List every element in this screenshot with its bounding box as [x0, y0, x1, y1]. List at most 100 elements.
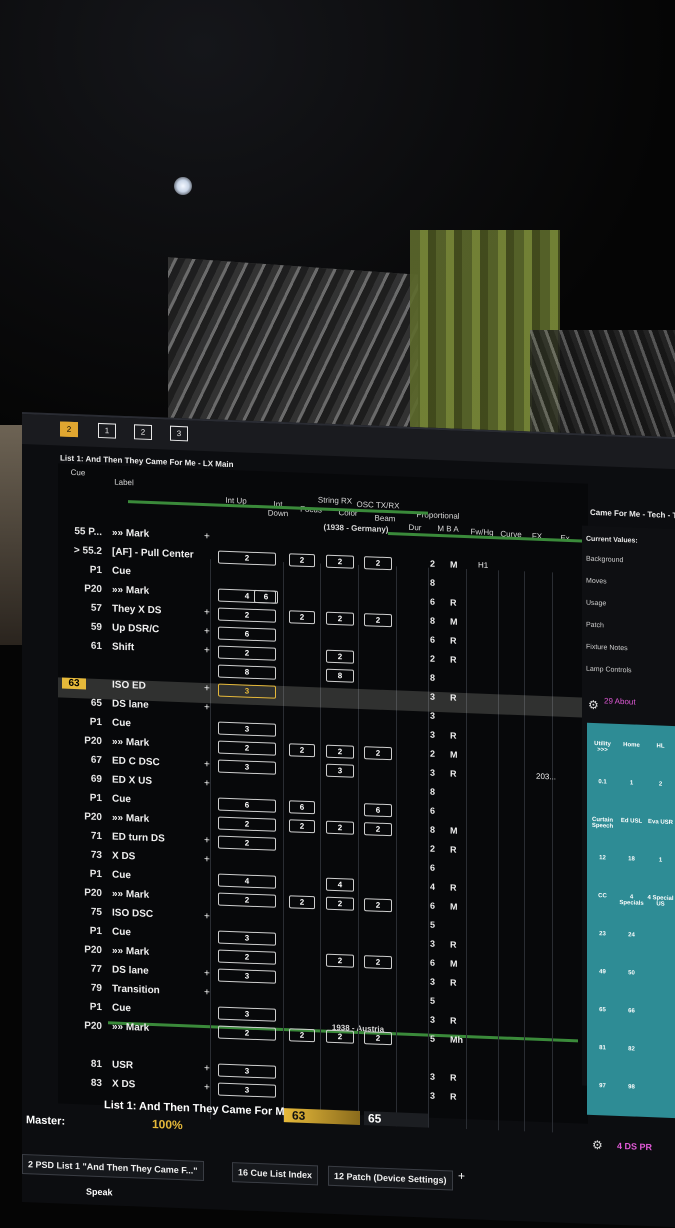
int-up-value[interactable]: 6: [218, 797, 276, 813]
direct-select-tile[interactable]: Curtain Speech: [589, 817, 616, 830]
direct-select-tile[interactable]: 12: [589, 855, 616, 862]
gear-icon[interactable]: ⚙: [592, 1138, 603, 1152]
tab-psd-list-1[interactable]: 2 PSD List 1 "And Then They Came F...": [22, 1154, 204, 1181]
color-value[interactable]: 8: [326, 668, 354, 683]
direct-select-tile[interactable]: [647, 1009, 674, 1010]
direct-select-tile[interactable]: 23: [589, 931, 616, 938]
direct-select-tile[interactable]: Ed USL: [618, 818, 645, 825]
direct-select-tile[interactable]: 1: [647, 857, 674, 864]
direct-select-tile[interactable]: CC: [589, 893, 616, 900]
color-value[interactable]: 2: [326, 896, 354, 911]
int-up-value[interactable]: 2: [218, 645, 276, 661]
color-value[interactable]: 2: [326, 953, 354, 968]
int-up-value[interactable]: 3: [218, 1063, 276, 1079]
color-value[interactable]: 2: [326, 611, 354, 626]
int-up-value[interactable]: 2: [218, 835, 276, 851]
direct-select-tile[interactable]: Utility >>>: [589, 741, 616, 754]
page-tab-2[interactable]: 2: [134, 424, 152, 440]
direct-select-tile[interactable]: 98: [618, 1084, 645, 1091]
int-up-value[interactable]: 3: [218, 1082, 276, 1098]
rp-item-lamp-controls[interactable]: Lamp Controls: [586, 666, 632, 675]
direct-select-tile[interactable]: 4 Specials: [618, 894, 645, 907]
tab-4-ds-pr[interactable]: 4 DS PR: [612, 1137, 657, 1157]
focus-value[interactable]: 2: [289, 743, 315, 758]
tab-29-about[interactable]: 29 About: [604, 696, 636, 706]
direct-select-tile[interactable]: 65: [589, 1007, 616, 1014]
int-down-value[interactable]: 6: [254, 589, 278, 604]
int-up-value[interactable]: 6: [218, 626, 276, 642]
cue-number: P1: [89, 1001, 102, 1014]
direct-select-tile[interactable]: [647, 1085, 674, 1086]
focus-value[interactable]: 6: [289, 800, 315, 815]
int-up-value[interactable]: 2: [218, 949, 276, 965]
add-icon: +: [204, 986, 210, 999]
int-up-value[interactable]: 2: [218, 892, 276, 908]
int-up-value[interactable]: 3: [218, 930, 276, 946]
color-value[interactable]: 2: [326, 744, 354, 759]
int-up-value[interactable]: 2: [218, 550, 276, 566]
focus-value[interactable]: 2: [289, 895, 315, 910]
page-tab-3[interactable]: 3: [170, 425, 188, 442]
direct-select-tile[interactable]: [647, 933, 674, 934]
direct-select-tile[interactable]: [647, 971, 674, 972]
gear-icon[interactable]: ⚙: [588, 698, 599, 712]
beam-value[interactable]: 2: [364, 822, 392, 837]
int-up-value[interactable]: 3: [218, 721, 276, 737]
color-value[interactable]: 4: [326, 877, 354, 892]
beam-value[interactable]: 2: [364, 556, 392, 571]
direct-select-tile[interactable]: [647, 1047, 674, 1048]
color-value[interactable]: 2: [326, 820, 354, 835]
beam-value[interactable]: 2: [364, 1031, 392, 1046]
color-value[interactable]: 3: [326, 763, 354, 778]
rp-item-patch[interactable]: Patch: [586, 622, 604, 630]
focus-value[interactable]: 2: [289, 610, 315, 625]
int-up-value[interactable]: 2: [218, 740, 276, 756]
tab-cue-list-index[interactable]: 16 Cue List Index: [232, 1162, 319, 1186]
direct-select-tile[interactable]: 1: [618, 780, 645, 787]
focus-value[interactable]: 2: [289, 819, 315, 834]
page-tab-1[interactable]: 1: [98, 422, 116, 439]
direct-select-tile[interactable]: 18: [618, 856, 645, 863]
int-up-value[interactable]: 4: [218, 873, 276, 889]
beam-value[interactable]: 6: [364, 803, 392, 818]
int-up-value[interactable]: 3: [218, 683, 276, 699]
int-up-value[interactable]: 3: [218, 1006, 276, 1022]
int-up-value[interactable]: 2: [218, 816, 276, 832]
int-up-value[interactable]: 2: [218, 607, 276, 623]
focus-value[interactable]: 2: [289, 1028, 315, 1043]
direct-select-tile[interactable]: 4 Special US: [647, 895, 674, 908]
int-up-value[interactable]: 3: [218, 759, 276, 775]
color-value[interactable]: 2: [326, 1029, 354, 1044]
direct-select-tile[interactable]: 97: [589, 1083, 616, 1090]
direct-select-tile[interactable]: 81: [589, 1045, 616, 1052]
int-up-value[interactable]: 8: [218, 664, 276, 680]
direct-select-tile[interactable]: 82: [618, 1046, 645, 1053]
rp-item-fixture-notes[interactable]: Fixture Notes: [586, 644, 628, 653]
rp-item-moves[interactable]: Moves: [586, 578, 607, 586]
direct-select-tile[interactable]: 2: [647, 781, 674, 788]
beam-value[interactable]: 2: [364, 746, 392, 761]
direct-select-tile[interactable]: 50: [618, 970, 645, 977]
direct-select-tile[interactable]: Eva USR: [647, 819, 674, 826]
direct-select-tile[interactable]: HL: [647, 743, 674, 750]
color-value[interactable]: 2: [326, 554, 354, 569]
color-value[interactable]: 2: [326, 649, 354, 664]
direct-select-tile[interactable]: 66: [618, 1008, 645, 1015]
beam-value[interactable]: 2: [364, 955, 392, 970]
focus-value[interactable]: 2: [289, 553, 315, 568]
int-up-value[interactable]: 3: [218, 968, 276, 984]
beam-value[interactable]: 2: [364, 898, 392, 913]
rp-item-usage[interactable]: Usage: [586, 600, 606, 608]
direct-select-tile[interactable]: 49: [589, 969, 616, 976]
direct-select-tile[interactable]: 0.1: [589, 779, 616, 786]
direct-select-tile[interactable]: 24: [618, 932, 645, 939]
rp-item-background[interactable]: Background: [586, 556, 623, 564]
duration-value: 8: [430, 786, 436, 797]
beam-value[interactable]: 2: [364, 613, 392, 628]
page-tab-2-active[interactable]: 2: [60, 421, 78, 438]
direct-select-tile[interactable]: Home: [618, 742, 645, 749]
int-up-value[interactable]: 2: [218, 1025, 276, 1041]
tab-patch[interactable]: 12 Patch (Device Settings): [328, 1165, 453, 1191]
add-tab-icon[interactable]: +: [458, 1169, 465, 1183]
mark-block-assert: R: [450, 635, 457, 646]
